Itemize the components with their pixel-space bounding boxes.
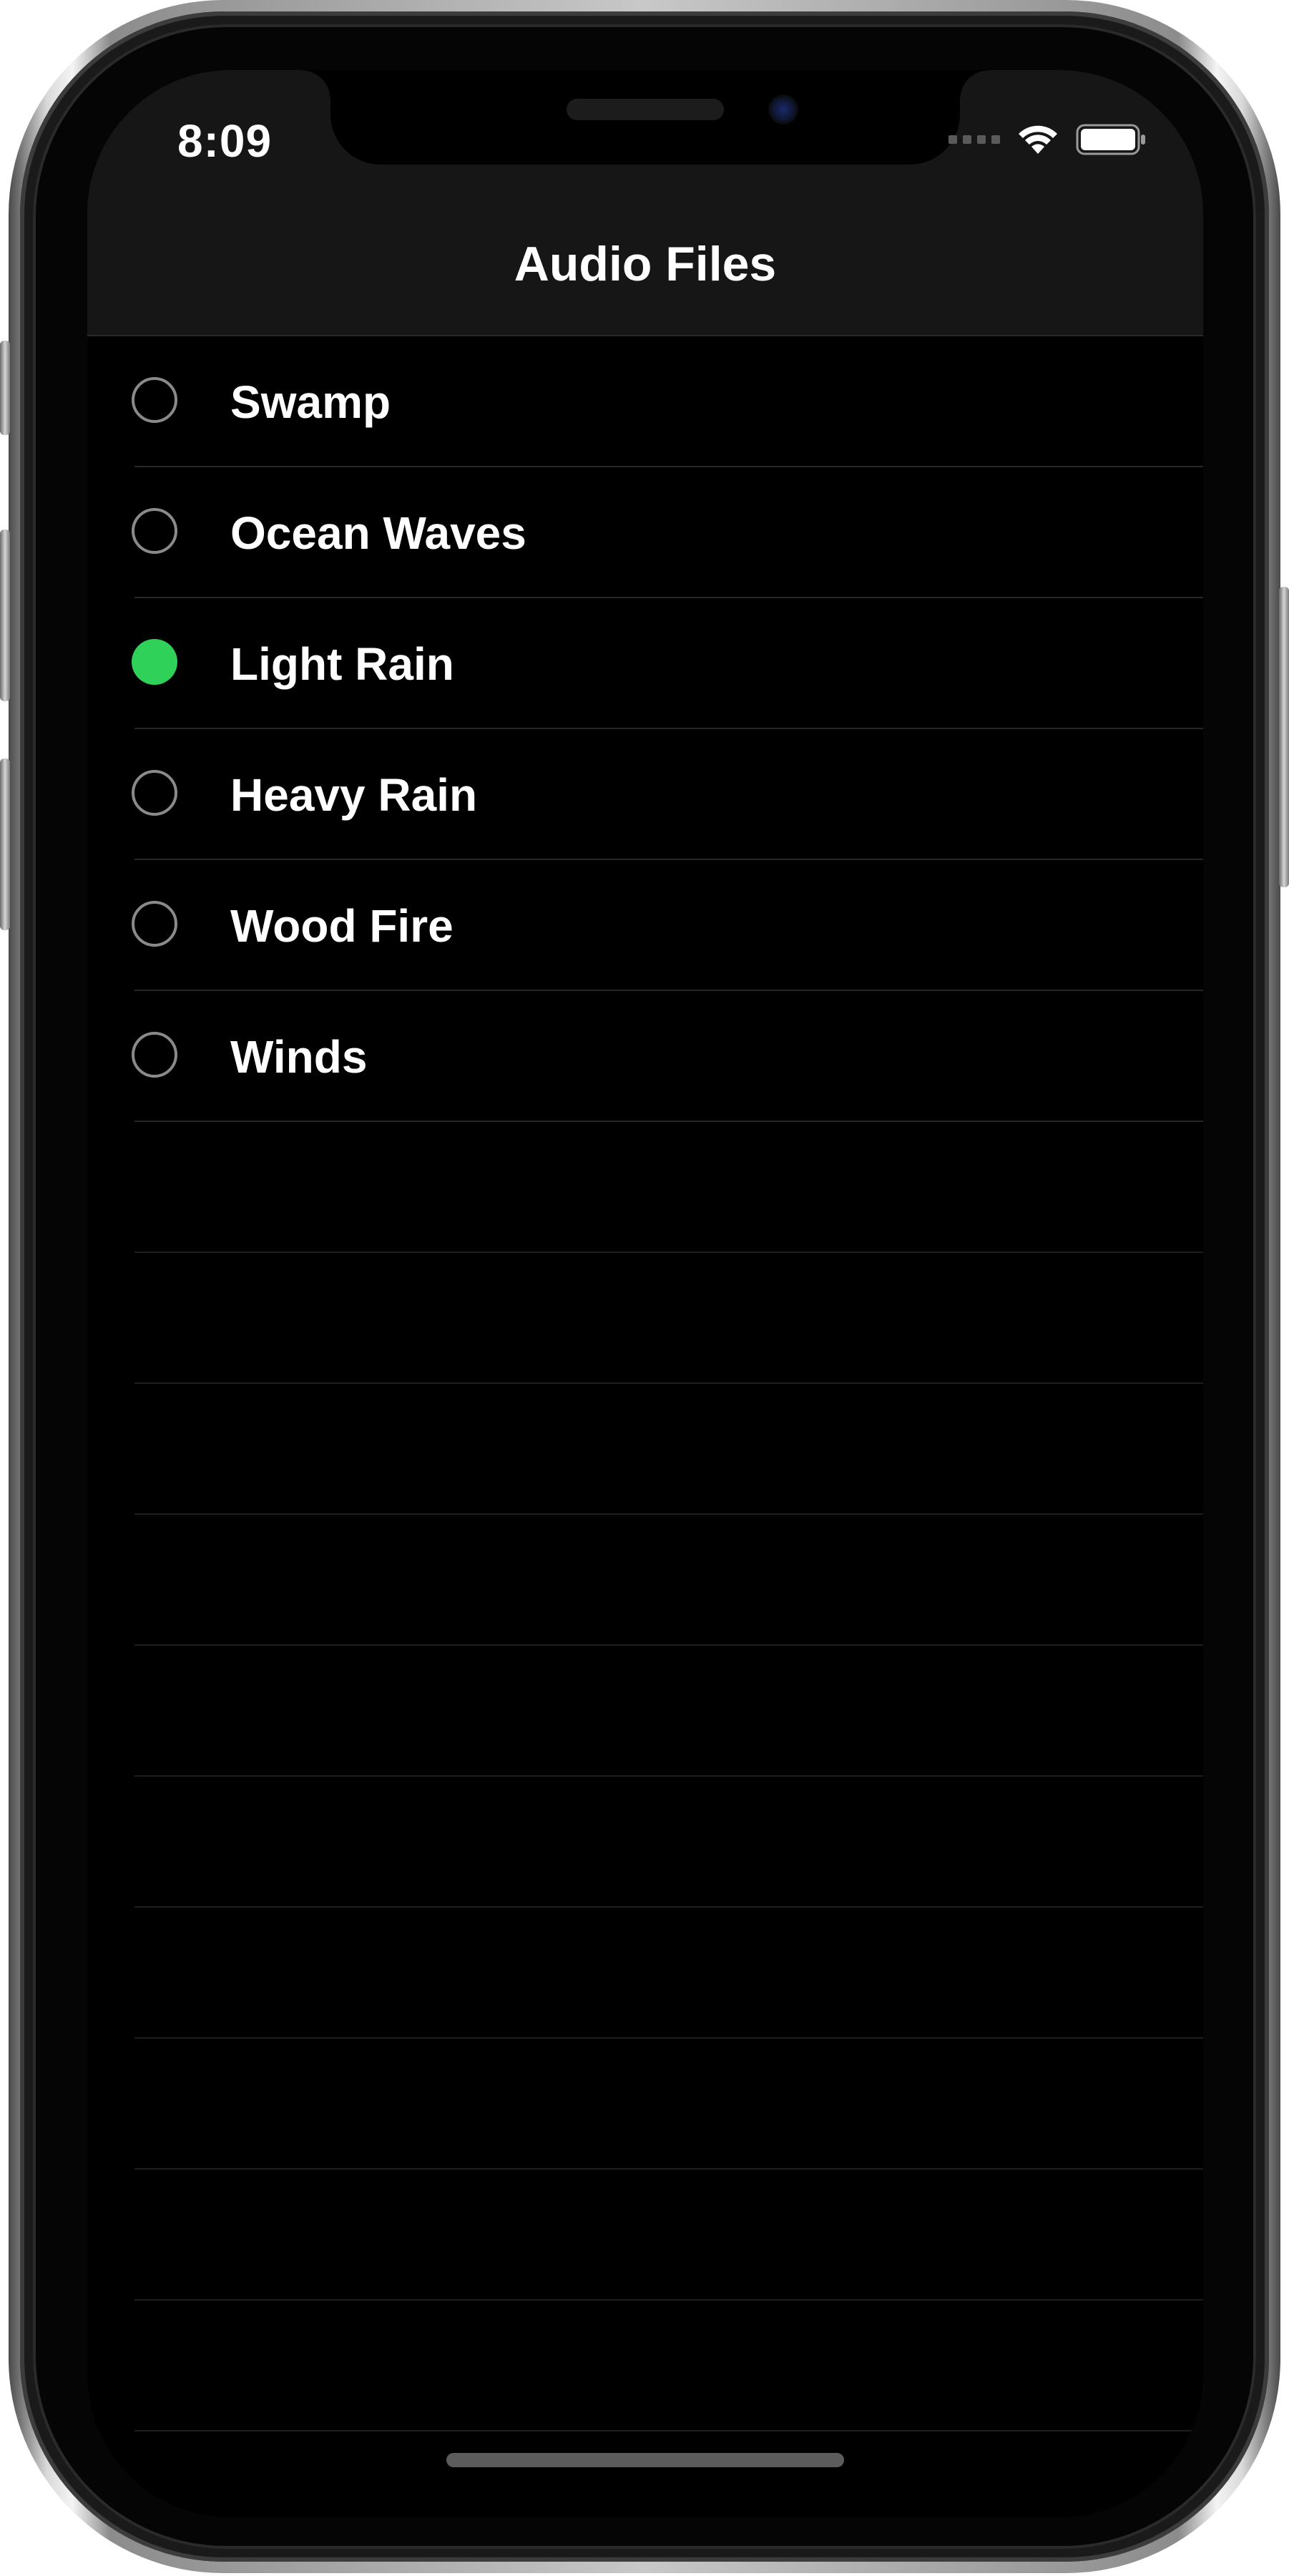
battery-full-icon — [1076, 124, 1145, 155]
phone-screen: 8:09 Audio Files Swamp Ocean Waves Light… — [87, 70, 1203, 2517]
front-camera — [768, 94, 798, 125]
empty-table-row — [87, 1908, 1203, 2039]
empty-table-row — [87, 2170, 1203, 2301]
empty-table-row — [87, 2039, 1203, 2170]
power-button — [1279, 587, 1289, 887]
empty-table-row — [87, 1777, 1203, 1908]
mute-switch — [0, 341, 10, 435]
radio-selected-icon[interactable] — [132, 639, 177, 685]
navigation-bar: 8:09 Audio Files — [87, 70, 1203, 336]
volume-up-button — [0, 530, 10, 701]
page-title: Audio Files — [514, 237, 777, 291]
list-item-winds[interactable]: Winds — [87, 991, 1203, 1122]
empty-table-row — [87, 2301, 1203, 2431]
wifi-icon — [1019, 125, 1057, 154]
empty-table-row — [87, 1122, 1203, 1253]
list-item-label: Ocean Waves — [230, 507, 526, 559]
empty-table-row — [87, 1384, 1203, 1515]
list-item-light-rain[interactable]: Light Rain — [87, 598, 1203, 729]
audio-file-list: Swamp Ocean Waves Light Rain Heavy Rain … — [87, 336, 1203, 2431]
home-indicator[interactable] — [446, 2453, 844, 2467]
list-item-heavy-rain[interactable]: Heavy Rain — [87, 729, 1203, 860]
radio-unselected-icon[interactable] — [132, 770, 177, 816]
status-time: 8:09 — [177, 115, 273, 167]
empty-table-row — [87, 1646, 1203, 1777]
empty-table-row — [87, 1515, 1203, 1646]
list-item-label: Swamp — [230, 376, 391, 428]
radio-unselected-icon[interactable] — [132, 901, 177, 947]
status-icons — [949, 122, 1147, 157]
radio-unselected-icon[interactable] — [132, 508, 177, 554]
list-item-ocean-waves[interactable]: Ocean Waves — [87, 467, 1203, 598]
list-item-wood-fire[interactable]: Wood Fire — [87, 860, 1203, 991]
list-item-label: Winds — [230, 1031, 368, 1083]
empty-table-row — [87, 1253, 1203, 1384]
list-item-label: Light Rain — [230, 638, 454, 690]
list-item-label: Wood Fire — [230, 900, 454, 952]
speaker-grille — [567, 99, 724, 120]
list-item-swamp[interactable]: Swamp — [87, 336, 1203, 467]
volume-down-button — [0, 758, 10, 930]
list-item-label: Heavy Rain — [230, 769, 478, 821]
radio-unselected-icon[interactable] — [132, 1032, 177, 1078]
notch — [302, 70, 989, 165]
radio-unselected-icon[interactable] — [132, 377, 177, 423]
device-frame: 8:09 Audio Files Swamp Ocean Waves Light… — [0, 0, 1289, 2576]
cellular-signal-icon — [949, 135, 1000, 144]
